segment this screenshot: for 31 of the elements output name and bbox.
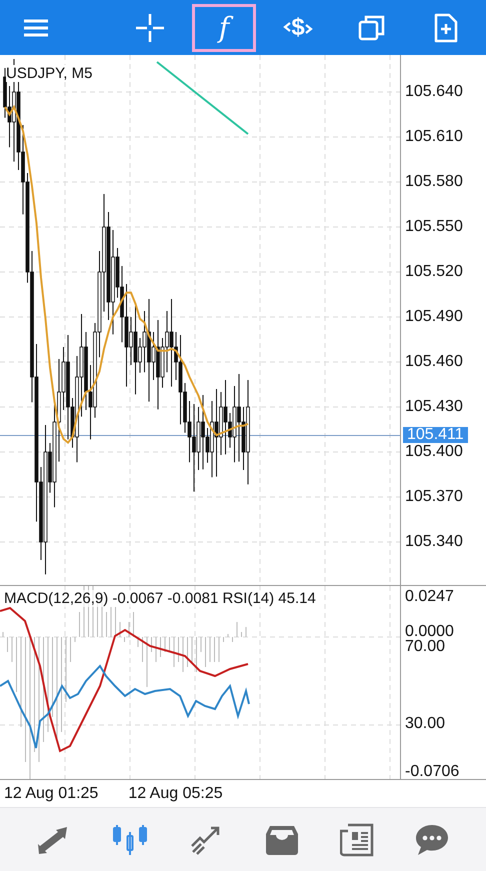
time-label: 12 Aug 01:25: [4, 784, 98, 802]
time-label: 12 Aug 05:25: [128, 784, 223, 802]
price-label: 105.430: [405, 399, 463, 415]
crosshair-icon: [134, 12, 166, 44]
price-label: 105.640: [405, 84, 463, 100]
price-label: 105.460: [405, 354, 463, 370]
indicator-label: -0.0706: [405, 764, 460, 780]
price-label: 105.400: [405, 444, 463, 460]
windows-icon: [358, 14, 386, 42]
new-file-icon: [433, 12, 459, 44]
function-button[interactable]: f: [192, 4, 256, 52]
price-label: 105.490: [405, 309, 463, 325]
indicator-label: 0.0000: [405, 624, 454, 640]
newspaper-icon: [340, 822, 374, 856]
inbox-icon: [264, 824, 299, 856]
chart-title: USDJPY, M5: [6, 65, 92, 82]
indicator-title: MACD(12,26,9) -0.0067 -0.0081 RSI(14) 45.14: [4, 590, 316, 607]
currency-button[interactable]: $: [266, 4, 330, 52]
chat-bubble-icon: [415, 824, 450, 856]
price-label: 105.580: [405, 174, 463, 190]
candlestick-icon: [112, 822, 148, 856]
indicator-label: 70.00: [405, 639, 446, 655]
price-label: 105.520: [405, 264, 463, 280]
price-label: 105.550: [405, 219, 463, 235]
indicator-label: 0.0247: [405, 589, 454, 605]
menu-icon: [23, 18, 49, 38]
price-label: 105.370: [405, 489, 463, 505]
price-label: 105.340: [405, 534, 463, 550]
current-price-label: 105.411: [403, 426, 468, 442]
indicator-label: 30.00: [405, 716, 446, 732]
price-label: 105.610: [405, 129, 463, 145]
